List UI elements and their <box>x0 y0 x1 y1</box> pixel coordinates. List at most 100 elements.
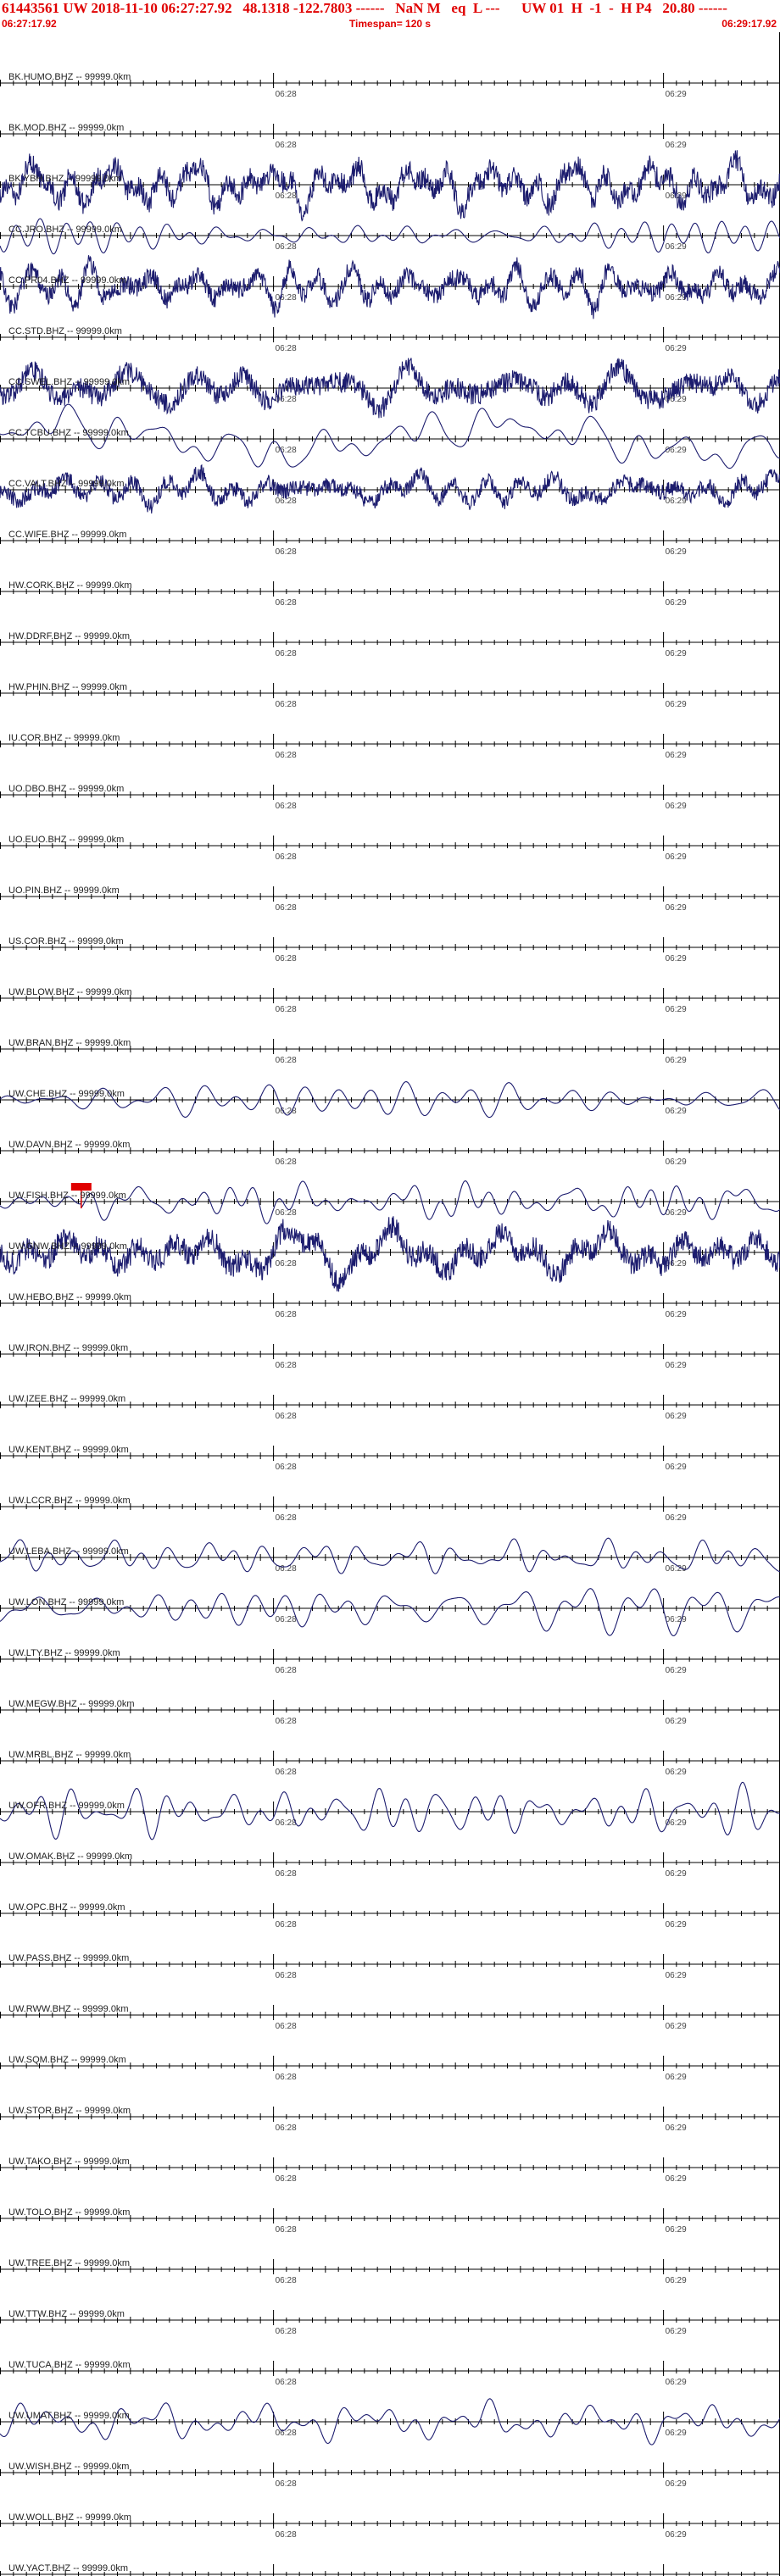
minute-tick-label: 06:29 <box>666 1971 687 1980</box>
station-row: 06:28 06:29UW.LEBA.BHZ -- 99999.0km <box>0 1537 780 1574</box>
minute-tick-label: 06:29 <box>666 2225 687 2235</box>
minute-tick-label: 06:29 <box>666 649 687 658</box>
station-label: UW.LTY.BHZ -- 99999.0km <box>8 1648 120 1658</box>
minute-tick-label: 06:28 <box>276 903 297 913</box>
station-label: UW.DAVN.BHZ -- 99999.0km <box>8 1140 130 1150</box>
minute-tick-label: 06:29 <box>666 2479 687 2489</box>
station-label: UW.LCCR.BHZ -- 99999.0km <box>8 1496 131 1506</box>
station-label: BK.MOD.BHZ -- 99999.0km <box>8 123 124 133</box>
station-label: HW.CORK.BHZ -- 99999.0km <box>8 580 131 591</box>
minute-tick-label: 06:29 <box>666 446 687 455</box>
event-title: 61443561 UW 2018-11-10 06:27:27.92 48.13… <box>2 0 727 16</box>
station-label: UW.TUCA.BHZ -- 99999.0km <box>8 2360 131 2370</box>
station-row: 06:28 06:29 UW.TREE.BHZ -- 99999.0km <box>0 2258 780 2285</box>
station-row: 06:28 06:29 UW.DAVN.BHZ -- 99999.0km <box>0 1140 780 1167</box>
minute-tick-label: 06:29 <box>666 2327 687 2336</box>
station-label: CC.VALT.BHZ -- 99999.0km <box>8 479 125 489</box>
minute-tick-label: 06:28 <box>276 1158 297 1167</box>
station-row: 06:28 06:29BK.YBH.BHZ -- 99999.0km <box>0 150 780 222</box>
minute-tick-label: 06:29 <box>666 1717 687 1726</box>
minute-tick-label: 06:28 <box>276 1412 297 1421</box>
minute-tick-label: 06:29 <box>666 242 687 252</box>
minute-tick-label: 06:28 <box>276 2530 297 2540</box>
minute-tick-label: 06:28 <box>276 2124 297 2133</box>
minute-tick-label: 06:29 <box>666 954 687 963</box>
minute-tick-label: 06:29 <box>666 2124 687 2133</box>
station-label: UW.KENT.BHZ -- 99999.0km <box>8 1445 129 1455</box>
station-row: 06:28 06:29 UW.BRAN.BHZ -- 99999.0km <box>0 1038 780 1065</box>
station-label: UW.BRAN.BHZ -- 99999.0km <box>8 1038 131 1048</box>
station-label: UW.BLOW.BHZ -- 99999.0km <box>8 987 131 997</box>
minute-tick-label: 06:28 <box>276 954 297 963</box>
minute-tick-label: 06:29 <box>666 1615 687 1624</box>
station-label: UW.YACT.BHZ -- 99999.0km <box>8 2563 128 2573</box>
station-row: 06:28 06:29 HW.CORK.BHZ -- 99999.0km <box>0 580 780 608</box>
station-row: 06:28 06:29 UW.TUCA.BHZ -- 99999.0km <box>0 2360 780 2387</box>
minute-tick-label: 06:28 <box>276 1818 297 1828</box>
station-row: 06:28 06:29 US.COR.BHZ -- 99999.0km <box>0 936 780 963</box>
minute-tick-label: 06:28 <box>276 2022 297 2031</box>
station-row: 06:28 06:29 UW.MRBL.BHZ -- 99999.0km <box>0 1750 780 1777</box>
station-row: 06:28 06:29 UW.TTW.BHZ -- 99999.0km <box>0 2309 780 2336</box>
minute-tick-label: 06:28 <box>276 242 297 252</box>
station-label: UW.TREE.BHZ -- 99999.0km <box>8 2258 130 2268</box>
station-label: UW.GNW.BHZ -- 99999.0km <box>8 1241 127 1252</box>
minute-tick-label: 06:28 <box>276 649 297 658</box>
minute-tick-label: 06:29 <box>666 2530 687 2540</box>
station-row: 06:2806:29UW.YACT.BHZ -- 99999.0km <box>0 2563 780 2576</box>
minute-tick-label: 06:28 <box>276 446 297 455</box>
station-label: UW.TOLO.BHZ -- 99999.0km <box>8 2207 130 2218</box>
station-label: UW.IZEE.BHZ -- 99999.0km <box>8 1394 125 1404</box>
station-label: UW.WISH.BHZ -- 99999.0km <box>8 2462 129 2472</box>
station-row: 06:28 06:29 UW.STOR.BHZ -- 99999.0km <box>0 2106 780 2133</box>
minute-tick-label: 06:29 <box>666 852 687 862</box>
station-row: 06:28 06:29 UW.FISH.BHZ -- 99999.0km <box>0 1180 780 1224</box>
end-time: 06:29:17.92 <box>722 18 777 30</box>
minute-tick-label: 06:29 <box>666 1412 687 1421</box>
station-label: UW.TAKO.BHZ -- 99999.0km <box>8 2157 130 2167</box>
minute-tick-label: 06:28 <box>276 1361 297 1370</box>
minute-tick-label: 06:28 <box>276 1513 297 1523</box>
minute-tick-label: 06:29 <box>666 141 687 150</box>
station-label: CC.PR04.BHZ -- 99999.0km <box>8 275 126 286</box>
minute-tick-label: 06:29 <box>666 598 687 608</box>
station-row: 06:28 06:29 CC.PR04.BHZ -- 99999.0km <box>0 255 780 319</box>
station-label: UW.WOLL.BHZ -- 99999.0km <box>8 2512 131 2523</box>
minute-tick-label: 06:28 <box>276 2429 297 2438</box>
station-label: UW.RWW.BHZ -- 99999.0km <box>8 2004 129 2014</box>
station-label: UW.LEBA.BHZ -- 99999.0km <box>8 1546 129 1557</box>
minute-tick-label: 06:29 <box>666 2429 687 2438</box>
station-row: 06:28 06:29 UO.PIN.BHZ -- 99999.0km <box>0 886 780 913</box>
station-label: US.COR.BHZ -- 99999.0km <box>8 936 124 947</box>
station-label: UO.DBO.BHZ -- 99999.0km <box>8 784 124 794</box>
station-label: CC.SWEL.BHZ -- 99999.0km <box>8 377 130 387</box>
station-label: HW.DDRF.BHZ -- 99999.0km <box>8 631 130 641</box>
timespan-label: Timespan= 120 s <box>348 18 432 30</box>
station-label: UO.PIN.BHZ -- 99999.0km <box>8 886 120 896</box>
minute-tick-label: 06:28 <box>276 1971 297 1980</box>
station-row: 06:28 06:29 HW.PHIN.BHZ -- 99999.0km <box>0 682 780 709</box>
minute-tick-label: 06:28 <box>276 344 297 353</box>
minute-tick-label: 06:29 <box>666 1005 687 1014</box>
minute-tick-label: 06:28 <box>276 547 297 557</box>
station-label: CC.WIFE.BHZ -- 99999.0km <box>8 530 126 540</box>
minute-tick-label: 06:28 <box>276 2225 297 2235</box>
station-row: 06:28 06:29 UO.EUO.BHZ -- 99999.0km <box>0 835 780 862</box>
station-row: 06:28 06:29 BK.HUMO.BHZ -- 99999.0km <box>0 72 780 99</box>
station-row: 06:28 06:29 UW.LON.BHZ -- 99999.0km <box>0 1588 780 1636</box>
station-row: 06:28 06:29 IU.COR.BHZ -- 99999.0km <box>0 733 780 760</box>
station-row: 06:28 06:29CC.SWEL.BHZ -- 99999.0km <box>0 357 780 419</box>
station-row: 06:28 06:29 UO.DBO.BHZ -- 99999.0km <box>0 784 780 811</box>
minute-tick-label: 06:28 <box>276 1208 297 1218</box>
station-row: 06:28 06:29CC.VALT.BHZ -- 99999.0km <box>0 464 780 514</box>
minute-tick-label: 06:29 <box>666 293 687 303</box>
minute-tick-label: 06:29 <box>666 903 687 913</box>
station-row: 06:28 06:29 UW.SQM.BHZ -- 99999.0km <box>0 2055 780 2082</box>
minute-tick-label: 06:29 <box>666 1463 687 1472</box>
minute-tick-label: 06:29 <box>666 1158 687 1167</box>
station-label: UW.OMAK.BHZ -- 99999.0km <box>8 1852 132 1862</box>
minute-tick-label: 06:28 <box>276 2073 297 2082</box>
minute-tick-label: 06:28 <box>276 293 297 303</box>
minute-tick-label: 06:29 <box>666 700 687 709</box>
minute-tick-label: 06:28 <box>276 1056 297 1065</box>
